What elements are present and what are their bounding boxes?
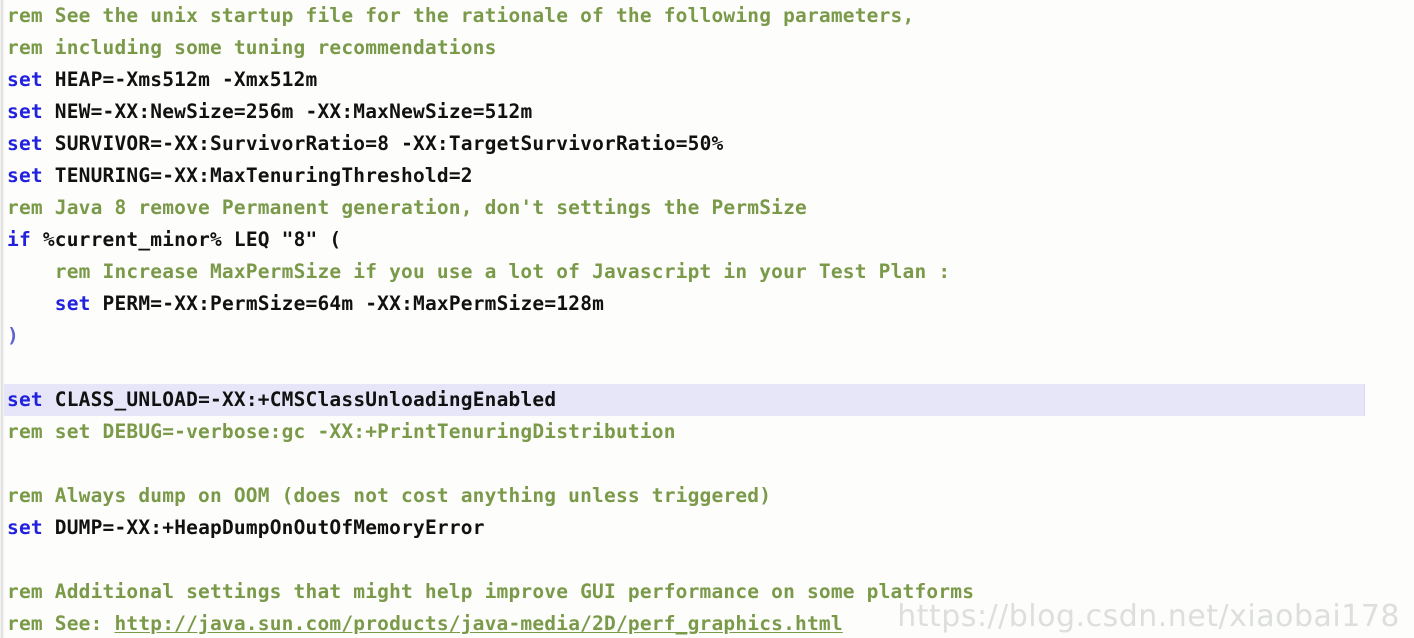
code-line[interactable]: rem See the unix startup file for the ra… (0, 0, 1414, 32)
code-token-operator: = (233, 100, 246, 123)
code-token-comment: rem including some tuning recommendation… (7, 36, 497, 59)
code-token-operator: + (162, 516, 175, 539)
code-token-plain: NEW (42, 100, 91, 123)
code-token-comment: rem Increase MaxPermSize if you use a lo… (54, 260, 951, 283)
code-token-operator: = (102, 516, 115, 539)
code-token-comment: rem set DEBUG=-verbose:gc -XX:+PrintTenu… (7, 420, 676, 443)
code-token-plain: CMSClassUnloadingEnabled (269, 388, 557, 411)
code-token-plain: -XX:NewSize (102, 100, 234, 123)
code-token-operator: = (544, 292, 557, 315)
code-token-plain: CLASS_UNLOAD (42, 388, 199, 411)
code-token-operator: = (90, 100, 103, 123)
code-token-keyword: set (54, 292, 91, 315)
code-token-plain: 8 -XX:TargetSurvivorRatio (377, 132, 676, 155)
code-line[interactable]: set CLASS_UNLOAD=-XX:+CMSClassUnloadingE… (0, 384, 1365, 416)
code-token-plain: DUMP (42, 516, 103, 539)
code-line[interactable]: rem set DEBUG=-verbose:gc -XX:+PrintTenu… (0, 416, 1414, 448)
code-token-plain: -XX: (114, 516, 163, 539)
code-token-plain: 50% (687, 132, 724, 155)
code-token-comment: rem Additional settings that might help … (7, 580, 975, 603)
code-token-keyword: set (7, 68, 43, 91)
code-editor-screenshot: rem See the unix startup file for the ra… (0, 0, 1414, 638)
code-token-link[interactable]: http://java.sun.com/products/java-media/… (114, 612, 842, 635)
code-token-operator: = (448, 164, 461, 187)
code-line[interactable]: set PERM=-XX:PermSize=64m -XX:MaxPermSiz… (0, 288, 1414, 320)
code-token-plain: LEQ "8" ( (221, 228, 342, 251)
code-token-operator: = (150, 132, 163, 155)
code-line[interactable] (0, 352, 1414, 384)
code-token-comment: rem See the unix startup file for the ra… (7, 4, 915, 27)
code-token-plain: 256m -XX:MaxNewSize (245, 100, 473, 123)
code-token-plain: -XX: (210, 388, 258, 411)
code-token-operator: = (198, 388, 211, 411)
code-token-operator: = (102, 68, 115, 91)
code-token-plain: TENURING (42, 164, 151, 187)
code-line[interactable]: set TENURING=-XX:MaxTenuringThreshold=2 (0, 160, 1414, 192)
code-line[interactable] (0, 544, 1414, 576)
code-token-operator: = (675, 132, 688, 155)
code-token-plain: HeapDumpOnOutOfMemoryError (174, 516, 485, 539)
code-line[interactable]: rem Additional settings that might help … (0, 576, 1414, 608)
code-token-plain: -XX:SurvivorRatio (162, 132, 366, 155)
code-token-keyword: set (7, 164, 43, 187)
editor-gutter-rule (0, 0, 4, 638)
code-line[interactable]: set DUMP=-XX:+HeapDumpOnOutOfMemoryError (0, 512, 1414, 544)
code-token-plain: HEAP (42, 68, 103, 91)
code-line[interactable]: rem Java 8 remove Permanent generation, … (0, 192, 1414, 224)
code-line[interactable]: set HEAP=-Xms512m -Xmx512m (0, 64, 1414, 96)
code-line[interactable]: rem See: http://java.sun.com/products/ja… (0, 608, 1414, 638)
code-line[interactable]: if %current_minor% LEQ "8" ( (0, 224, 1414, 256)
code-line[interactable]: set NEW=-XX:NewSize=256m -XX:MaxNewSize=… (0, 96, 1414, 128)
code-token-plain: 128m (556, 292, 605, 315)
code-token-comment: rem Java 8 remove Permanent generation, … (7, 196, 807, 219)
code-token-plain: -XX:MaxTenuringThreshold (162, 164, 449, 187)
code-token-plain: -XX:PermSize (162, 292, 306, 315)
code-line[interactable] (0, 448, 1414, 480)
code-token-keyword: set (7, 100, 43, 123)
code-token-operator: = (305, 292, 318, 315)
code-token-keyword: set (7, 388, 43, 411)
code-token-operator: = (365, 132, 378, 155)
code-token-operator: = (150, 164, 163, 187)
code-token-comment: rem Always dump on OOM (does not cost an… (7, 484, 772, 507)
code-token-paren: ) (7, 324, 19, 347)
code-line[interactable]: rem Always dump on OOM (does not cost an… (0, 480, 1414, 512)
code-token-plain: PERM (90, 292, 151, 315)
code-token-keyword: set (7, 516, 43, 539)
code-token-operator: = (472, 100, 485, 123)
code-token-keyword: if (7, 228, 31, 251)
code-token-variable: %current_minor% (42, 228, 222, 251)
code-line[interactable]: set SURVIVOR=-XX:SurvivorRatio=8 -XX:Tar… (0, 128, 1414, 160)
code-token-plain: 512m (484, 100, 533, 123)
code-token-keyword: set (7, 132, 43, 155)
code-token-plain: SURVIVOR (42, 132, 151, 155)
code-token-plain: 2 (460, 164, 473, 187)
code-token-plain: -Xms512m -Xmx512m (114, 68, 318, 91)
code-token-comment: rem See: (7, 612, 115, 635)
code-token-plain: 64m -XX:MaxPermSize (317, 292, 545, 315)
code-token-operator: + (257, 388, 270, 411)
code-line[interactable]: rem including some tuning recommendation… (0, 32, 1414, 64)
code-token-operator: = (150, 292, 163, 315)
code-content-area[interactable]: rem See the unix startup file for the ra… (0, 0, 1414, 638)
code-line[interactable]: rem Increase MaxPermSize if you use a lo… (0, 256, 1414, 288)
code-line[interactable]: ) (0, 320, 1414, 352)
